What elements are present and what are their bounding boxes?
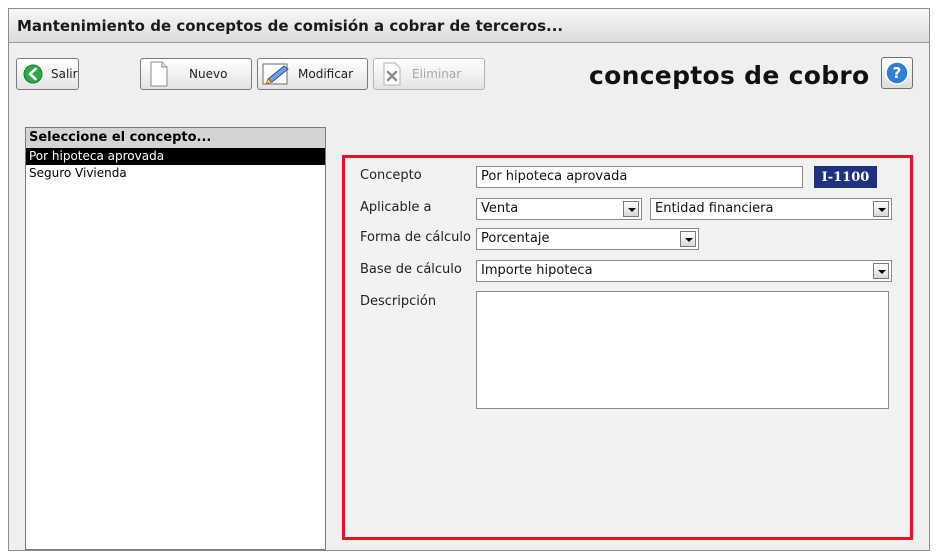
calc-method-label: Forma de cálculo bbox=[360, 230, 471, 245]
applicable-type-select[interactable]: Venta bbox=[476, 198, 642, 220]
chevron-down-icon[interactable] bbox=[873, 263, 889, 279]
list-item[interactable]: Por hipoteca aprovada bbox=[26, 148, 325, 165]
calc-base-value: Importe hipoteca bbox=[481, 263, 593, 278]
calc-method-value: Porcentaje bbox=[481, 231, 550, 246]
applicable-label: Aplicable a bbox=[360, 200, 432, 215]
applicable-entity-select[interactable]: Entidad financiera bbox=[650, 198, 892, 220]
new-button[interactable]: Nuevo bbox=[140, 58, 252, 90]
description-textarea[interactable] bbox=[476, 291, 889, 409]
calc-base-label: Base de cálculo bbox=[360, 262, 462, 277]
help-icon: ? bbox=[885, 61, 909, 85]
app-window: Mantenimiento de conceptos de comisión a… bbox=[8, 8, 930, 551]
list-header: Seleccione el concepto... bbox=[26, 128, 325, 148]
concept-list-panel: Seleccione el concepto... Por hipoteca a… bbox=[25, 127, 326, 550]
svg-text:?: ? bbox=[893, 64, 902, 82]
module-title: conceptos de cobro bbox=[589, 61, 870, 90]
help-button[interactable]: ? bbox=[881, 57, 913, 89]
edit-document-icon bbox=[262, 63, 292, 85]
delete-document-icon bbox=[382, 62, 402, 86]
exit-icon bbox=[23, 64, 43, 84]
calc-method-select[interactable]: Porcentaje bbox=[476, 228, 699, 250]
exit-button-label: Salir bbox=[51, 67, 78, 81]
delete-button-label: Eliminar bbox=[412, 67, 462, 81]
concept-name-field[interactable]: Por hipoteca aprovada bbox=[476, 166, 803, 188]
list-item[interactable]: Seguro Vivienda bbox=[26, 165, 325, 182]
calc-base-select[interactable]: Importe hipoteca bbox=[476, 260, 892, 282]
description-label: Descripción bbox=[360, 294, 437, 309]
chevron-down-icon[interactable] bbox=[680, 231, 696, 247]
applicable-type-value: Venta bbox=[481, 201, 519, 216]
edit-button-label: Modificar bbox=[298, 67, 354, 81]
toolbar: Salir Nuevo Modificar Eliminar conceptos… bbox=[9, 49, 929, 95]
window-title: Mantenimiento de conceptos de comisión a… bbox=[17, 17, 564, 35]
concept-label: Concepto bbox=[360, 168, 422, 183]
concept-detail-form: Concepto Por hipoteca aprovada I-1100 Ap… bbox=[342, 155, 913, 540]
new-document-icon bbox=[149, 61, 169, 87]
chevron-down-icon[interactable] bbox=[873, 201, 889, 217]
new-button-label: Nuevo bbox=[189, 67, 228, 81]
title-bar: Mantenimiento de conceptos de comisión a… bbox=[9, 9, 929, 43]
applicable-entity-value: Entidad financiera bbox=[655, 201, 774, 216]
chevron-down-icon[interactable] bbox=[623, 201, 639, 217]
exit-button[interactable]: Salir bbox=[16, 58, 79, 90]
delete-button[interactable]: Eliminar bbox=[373, 58, 485, 90]
edit-button[interactable]: Modificar bbox=[257, 58, 368, 90]
concept-code-badge: I-1100 bbox=[814, 166, 877, 188]
